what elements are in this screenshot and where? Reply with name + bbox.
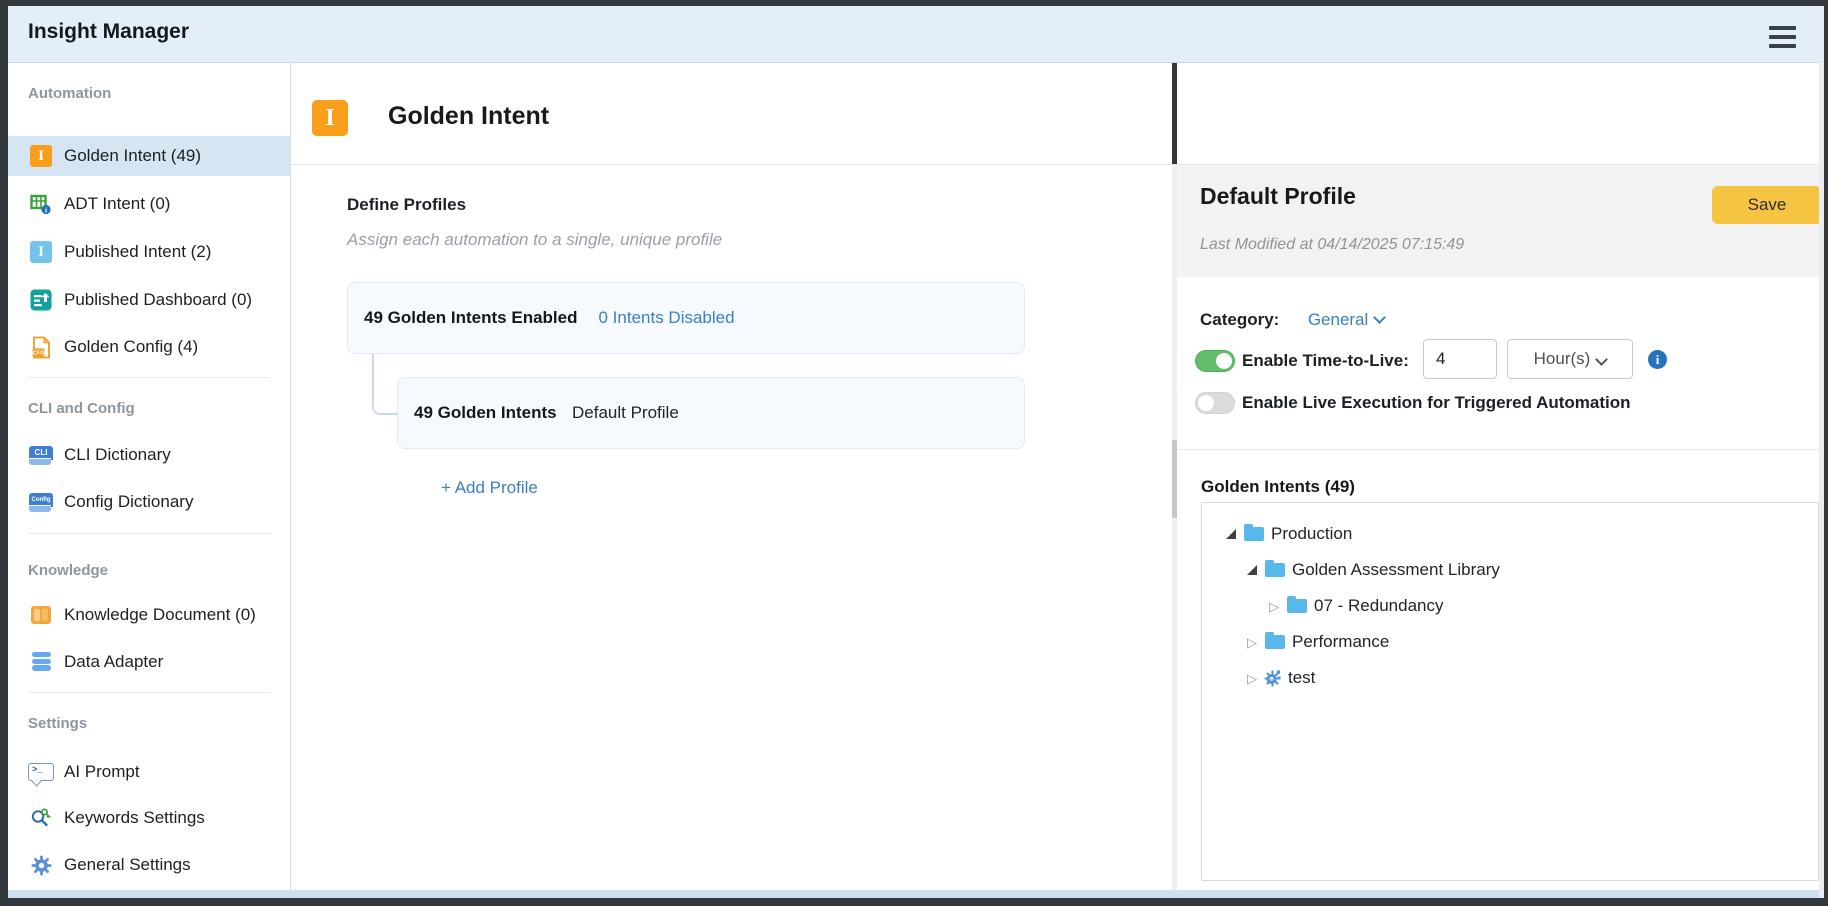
svg-text:o: o [1270,677,1273,682]
category-label: Category: [1200,310,1279,329]
intents-enabled-card: 49 Golden Intents Enabled 0 Intents Disa… [347,282,1025,354]
sidebar-section-cli-config: CLI and Config [28,400,135,417]
app-title: Insight Manager [28,20,189,44]
sidebar-item-cli-dictionary[interactable]: CLI CLI Dictionary [8,435,290,475]
general-settings-icon [28,852,54,878]
ttl-label: Enable Time-to-Live: [1242,351,1409,371]
tree-node-07-redundancy[interactable]: ▷ 07 - Redundancy [1202,588,1818,624]
define-profiles-subtitle: Assign each automation to a single, uniq… [347,230,722,250]
live-execution-toggle[interactable] [1195,392,1235,414]
expander-closed-icon[interactable]: ▷ [1244,636,1260,649]
expander-open-icon[interactable] [1244,565,1260,575]
golden-intents-tree: Production Golden Assessment Library ▷ 0… [1201,502,1819,881]
horizontal-scrollbar[interactable] [8,890,1824,898]
panel-scrollbar-track[interactable] [1172,165,1177,890]
sidebar-item-ai-prompt[interactable]: >_ AI Prompt [8,752,290,792]
sidebar-item-adt-intent[interactable]: i ADT Intent (0) [8,184,290,224]
panel-scrollbar-thumb[interactable] [1172,440,1177,518]
expander-closed-icon[interactable]: ▷ [1244,672,1260,685]
config-dictionary-icon: Config [28,489,54,515]
chevron-down-icon [1373,311,1386,324]
svg-text:i: i [45,205,47,214]
expander-closed-icon[interactable]: ▷ [1266,600,1282,613]
panel-divider [1177,449,1819,450]
window-border-top [0,0,1828,6]
sidebar-item-general-settings[interactable]: General Settings [8,845,290,885]
profile-name-label: Default Profile [572,403,679,423]
profile-detail-title: Default Profile [1200,183,1356,210]
profile-last-modified: Last Modified at 04/14/2025 07:15:49 [1200,236,1464,254]
folder-icon [1287,599,1307,613]
sidebar-section-settings: Settings [28,715,87,732]
profile-tree-connector [372,352,399,415]
sidebar: Automation I Golden Intent (49) i ADT In… [8,62,291,890]
window-border-right [1824,0,1828,906]
sidebar-item-data-adapter[interactable]: Data Adapter [8,642,290,682]
ttl-value-input[interactable] [1423,339,1497,379]
ttl-unit-select[interactable]: Hour(s) [1507,339,1633,379]
main-content [291,62,1172,890]
sidebar-divider [28,533,270,534]
category-select[interactable]: General [1308,310,1384,329]
app-window: Insight Manager Automation I Golden Inte… [0,0,1828,906]
sidebar-item-keywords-settings[interactable]: Keywords Settings [8,798,290,838]
chevron-down-icon [1595,353,1608,366]
sidebar-item-knowledge-document[interactable]: Knowledge Document (0) [8,595,290,635]
window-border-left [0,0,8,906]
default-profile-card[interactable]: 49 Golden Intents Default Profile [397,377,1025,449]
tree-node-production[interactable]: Production [1202,516,1818,552]
ttl-toggle[interactable] [1195,350,1235,372]
knowledge-document-icon [28,602,54,628]
live-execution-label: Enable Live Execution for Triggered Auto… [1242,393,1631,413]
automation-gear-icon: o [1263,669,1282,688]
tree-node-performance[interactable]: ▷ Performance [1202,624,1818,660]
ai-prompt-icon: >_ [28,759,54,785]
folder-icon [1265,635,1285,649]
adt-intent-icon: i [28,191,54,217]
tree-node-golden-assessment-library[interactable]: Golden Assessment Library [1202,552,1818,588]
keywords-settings-icon [28,805,54,831]
hamburger-menu-icon[interactable] [1769,26,1796,48]
define-profiles-heading: Define Profiles [347,195,466,215]
expander-open-icon[interactable] [1223,529,1239,539]
sidebar-section-automation: Automation [28,85,111,102]
golden-intent-icon: I [28,143,54,169]
app-header: Insight Manager [8,6,1824,63]
published-dashboard-icon [28,287,54,313]
category-row: Category: General [1200,310,1384,330]
cli-dictionary-icon: CLI [28,442,54,468]
info-icon[interactable]: i [1648,350,1667,369]
add-profile-link[interactable]: + Add Profile [441,478,538,498]
folder-icon [1265,563,1285,577]
sidebar-section-knowledge: Knowledge [28,562,108,579]
window-border-bottom [0,898,1828,906]
golden-intent-page-icon: I [312,100,348,136]
intents-enabled-label: 49 Golden Intents Enabled [364,308,577,328]
tree-node-test[interactable]: ▷ o test [1202,660,1818,696]
sidebar-divider [28,377,270,378]
sidebar-item-golden-config[interactable]: CFG Golden Config (4) [8,327,290,367]
intents-disabled-link[interactable]: 0 Intents Disabled [598,308,734,328]
folder-icon [1244,527,1264,541]
published-intent-icon: I [28,239,54,265]
golden-intents-heading: Golden Intents (49) [1201,477,1355,497]
golden-config-icon: CFG [28,334,54,360]
save-button[interactable]: Save [1712,186,1822,224]
data-adapter-icon [28,649,54,675]
profile-count-label: 49 Golden Intents [414,403,572,423]
sidebar-item-published-dashboard[interactable]: Published Dashboard (0) [8,280,290,320]
sidebar-item-golden-intent[interactable]: I Golden Intent (49) [8,136,290,176]
svg-text:CFG: CFG [32,350,45,356]
sidebar-item-published-intent[interactable]: I Published Intent (2) [8,232,290,272]
sidebar-divider [28,692,270,693]
page-title: Golden Intent [388,102,549,131]
sidebar-item-config-dictionary[interactable]: Config Config Dictionary [8,482,290,522]
